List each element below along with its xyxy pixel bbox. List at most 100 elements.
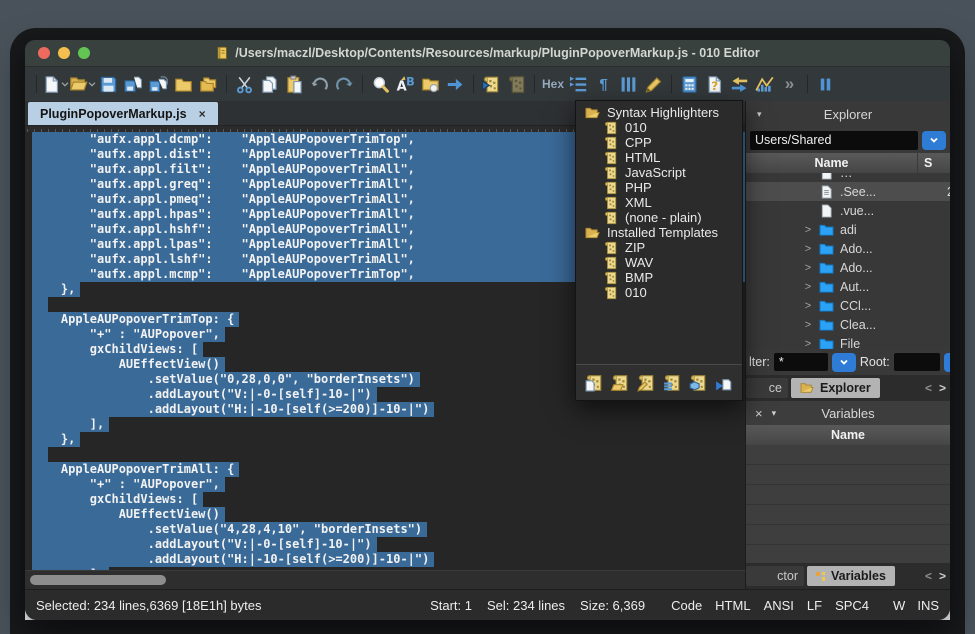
undo-icon[interactable] (307, 71, 332, 97)
jump-options-icon[interactable] (566, 71, 591, 97)
more-tools-icon[interactable]: » (777, 71, 802, 97)
save-all-icon[interactable] (146, 71, 171, 97)
find-icon[interactable] (368, 71, 393, 97)
table-row[interactable]: >File (746, 334, 950, 349)
code-line[interactable]: .setValue("4,28,4,10", "borderInsets") (32, 522, 745, 537)
code-line[interactable]: .addLayout("H:|-10-[self(>=200)]-10-|") (32, 402, 745, 417)
code-line[interactable]: AppleAUPopoverTrimAll: { (32, 462, 745, 477)
panel-menu-caret-icon[interactable]: ▾ (757, 109, 762, 120)
code-line[interactable]: .addLayout("V:|-0-[self]-10-|") (32, 537, 745, 552)
expander-icon[interactable]: > (802, 338, 814, 350)
minimize-window-button[interactable] (58, 47, 70, 59)
status-mode-lf[interactable]: LF (807, 598, 822, 613)
open-file-icon[interactable] (69, 71, 96, 97)
tab-pluginpopovermarkup[interactable]: PluginPopoverMarkup.js × (28, 102, 218, 125)
edit-mode-icon[interactable] (641, 71, 666, 97)
root-input[interactable] (894, 353, 940, 371)
popup-item-010[interactable]: 010 (576, 120, 742, 135)
table-row[interactable]: >Clea... (746, 315, 950, 334)
popup-item-php[interactable]: PHP (576, 180, 742, 195)
edit-template-icon[interactable] (504, 71, 529, 97)
variables-empty-list[interactable] (746, 445, 950, 563)
variables-menu-caret-icon[interactable]: ▾ (772, 408, 777, 419)
table-row[interactable]: >Ado... (746, 258, 950, 277)
status-mode-ansi[interactable]: ANSI (764, 598, 794, 613)
calculator-icon[interactable] (677, 71, 702, 97)
table-row[interactable]: >CCl... (746, 296, 950, 315)
popup-item-bmp[interactable]: BMP (576, 270, 742, 285)
find-in-files-icon[interactable] (418, 71, 443, 97)
popup-item--none-plain-[interactable]: (none - plain) (576, 210, 742, 225)
popup-item-html[interactable]: HTML (576, 150, 742, 165)
run-script-icon[interactable] (479, 71, 504, 97)
expander-icon[interactable]: > (802, 243, 814, 255)
tab-workspace-partial[interactable]: ce (746, 378, 788, 398)
compare-icon[interactable] (727, 71, 752, 97)
popup-item-javascript[interactable]: JavaScript (576, 165, 742, 180)
close-window-button[interactable] (38, 47, 50, 59)
edit-script-icon[interactable] (635, 373, 657, 393)
paste-icon[interactable] (282, 71, 307, 97)
tab-scroll-right-icon[interactable]: > (939, 381, 946, 395)
expander-icon[interactable]: > (802, 281, 814, 293)
redo-icon[interactable] (332, 71, 357, 97)
status-mode-spc4[interactable]: SPC4 (835, 598, 869, 613)
popup-item-cpp[interactable]: CPP (576, 135, 742, 150)
popup-item-zip[interactable]: ZIP (576, 240, 742, 255)
code-line[interactable] (32, 447, 745, 462)
column-header-size[interactable]: S (918, 156, 950, 170)
save-icon[interactable] (96, 71, 121, 97)
script-types-icon[interactable] (687, 373, 709, 393)
expander-icon[interactable]: > (802, 300, 814, 312)
expander-icon[interactable]: > (802, 319, 814, 331)
explorer-column-header[interactable]: Name S (746, 153, 950, 173)
replace-icon[interactable]: AB (393, 71, 418, 97)
pause-icon[interactable] (813, 71, 838, 97)
filter-input[interactable]: * (774, 353, 828, 371)
folder-icon[interactable] (171, 71, 196, 97)
column-header-name[interactable]: Name (746, 156, 917, 170)
script-options-icon[interactable] (661, 373, 683, 393)
bottom-tab-scroll-left-icon[interactable]: < (925, 569, 932, 583)
column-mode-icon[interactable] (616, 71, 641, 97)
new-script-icon[interactable] (583, 373, 605, 393)
table-row[interactable]: .See...2 (746, 182, 950, 201)
table-row-partial[interactable]: … (746, 173, 950, 182)
run-script-file-icon[interactable] (713, 373, 735, 393)
tab-scroll-left-icon[interactable]: < (925, 381, 932, 395)
new-file-icon[interactable] (42, 71, 69, 97)
folder-stack-icon[interactable] (196, 71, 221, 97)
horizontal-scrollbar-thumb[interactable] (30, 575, 166, 585)
popup-item-010[interactable]: 010 (576, 285, 742, 300)
tab-inspector-partial[interactable]: ctor (746, 566, 804, 586)
tab-close-icon[interactable]: × (199, 107, 206, 121)
variables-column-name[interactable]: Name (746, 428, 950, 442)
code-line[interactable]: "+" : "AUPopover", (32, 477, 745, 492)
table-row[interactable]: >Ado... (746, 239, 950, 258)
variables-close-icon[interactable]: × (755, 406, 763, 421)
expander-icon[interactable]: > (802, 262, 814, 274)
hex-label-icon[interactable]: Hex (540, 71, 566, 97)
save-as-icon[interactable] (121, 71, 146, 97)
copy-icon[interactable] (257, 71, 282, 97)
variables-column-header[interactable]: Name (746, 425, 950, 445)
root-dropdown-button[interactable] (944, 353, 950, 372)
open-script-icon[interactable] (609, 373, 631, 393)
popup-section-installed-templates[interactable]: Installed Templates (576, 225, 742, 240)
popup-item-xml[interactable]: XML (576, 195, 742, 210)
status-wrap-toggle[interactable]: W (893, 598, 905, 613)
code-line[interactable]: gxChildViews: [ (32, 492, 745, 507)
tab-explorer[interactable]: Explorer (791, 378, 880, 398)
table-row[interactable]: >adi (746, 220, 950, 239)
cut-icon[interactable] (232, 71, 257, 97)
horizontal-scrollbar[interactable] (25, 570, 745, 589)
popup-item-wav[interactable]: WAV (576, 255, 742, 270)
code-line[interactable]: ], (32, 417, 745, 432)
status-insert-toggle[interactable]: INS (917, 598, 939, 613)
status-mode-code[interactable]: Code (671, 598, 702, 613)
table-row[interactable]: .vue... (746, 201, 950, 220)
expander-icon[interactable]: > (802, 224, 814, 236)
filter-dropdown-button[interactable] (832, 353, 856, 372)
file-info-icon[interactable]: ? (702, 71, 727, 97)
explorer-path-dropdown-button[interactable] (922, 131, 946, 150)
